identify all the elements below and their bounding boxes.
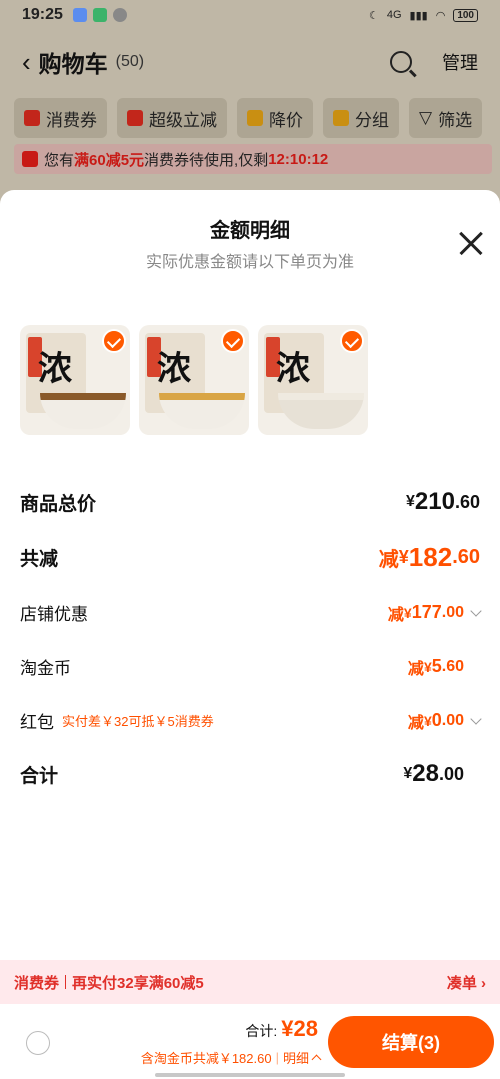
- sheet-title: 金额明细: [210, 220, 290, 242]
- row-label: 红包: [20, 713, 54, 732]
- row-label: 淘金币: [20, 659, 71, 678]
- back-icon[interactable]: ‹: [22, 49, 31, 75]
- filter-price-drop[interactable]: 降价: [237, 98, 313, 138]
- discount-text: 含淘金币共减￥182.60: [140, 1051, 272, 1066]
- amount-detail-sheet: 金额明细 实际优惠金额请以下单页为准 浓 浓 浓 商品总价 ¥210.60 共减…: [0, 190, 500, 1079]
- discount-summary[interactable]: 含淘金币共减￥182.60 | 明细: [140, 1048, 322, 1067]
- filter-label: 消费券: [46, 110, 97, 130]
- red-packet-note: 实付差￥32可抵￥5消费券: [62, 714, 214, 729]
- down-arrow-icon: [127, 110, 143, 126]
- filter-super-discount[interactable]: 超级立减: [117, 98, 227, 138]
- divider: [65, 975, 67, 989]
- row-red-packet[interactable]: 红包 实付差￥32可抵￥5消费券 减 ¥0.00: [20, 708, 482, 733]
- checked-icon[interactable]: [102, 329, 126, 353]
- promo-highlight: 满60减5元: [74, 151, 145, 169]
- row-value: 减 ¥182.60: [378, 542, 480, 572]
- select-all-radio[interactable]: [26, 1031, 50, 1055]
- total-value: ¥28: [281, 1016, 318, 1041]
- chevron-down-icon: [470, 604, 482, 617]
- total-line: 合计: ¥28: [245, 1016, 318, 1042]
- battery-icon: 100: [453, 8, 478, 22]
- price-down-icon: [247, 110, 263, 126]
- checkout-footer: 合计: ¥28 含淘金币共减￥182.60 | 明细 结算(3): [0, 1004, 500, 1079]
- chevron-up-icon: [311, 1054, 322, 1065]
- row-label: 店铺优惠: [20, 605, 88, 624]
- wifi-icon: ◠: [435, 9, 446, 22]
- filter-label: 分组: [355, 110, 389, 130]
- folder-icon: [333, 110, 349, 126]
- row-value: ¥28.00: [403, 760, 464, 787]
- row-sum: 合计 ¥28.00: [20, 760, 480, 788]
- coupon-reminder-banner[interactable]: 您有 满60减5元 消费券待使用,仅剩 12:10:12: [14, 144, 492, 174]
- row-label: 合计: [20, 765, 59, 787]
- filter-label: 筛选: [438, 110, 473, 130]
- row-value: 减 ¥5.60: [407, 656, 464, 678]
- close-icon[interactable]: [458, 230, 484, 256]
- checkout-button[interactable]: 结算(3): [328, 1016, 494, 1068]
- product-thumbnails: 浓 浓 浓: [20, 325, 368, 435]
- row-value: 减 ¥0.00: [408, 709, 482, 733]
- promo-prefix: 您有: [44, 151, 75, 169]
- cart-title: 购物车: [38, 51, 108, 77]
- total-label: 合计:: [245, 1023, 278, 1039]
- product-thumbnail[interactable]: 浓: [258, 325, 368, 435]
- search-icon[interactable]: [390, 51, 412, 73]
- detail-link[interactable]: 明细: [283, 1048, 309, 1067]
- coupon-bar-label: 消费券: [14, 974, 60, 992]
- filter-group[interactable]: 分组: [323, 98, 399, 138]
- divider: |: [275, 1050, 279, 1065]
- cart-page-background: 19:25 ☾ 4G ▮▮▮ ◠ 100 ‹ 购物车 (50) 管理 消费券 超…: [0, 0, 500, 220]
- network-label: 4G: [386, 9, 402, 21]
- row-tao-coin: 淘金币 减 ¥5.60: [20, 654, 480, 679]
- cart-nav-bar: ‹ 购物车 (50) 管理: [0, 38, 500, 86]
- checked-icon[interactable]: [221, 329, 245, 353]
- coupon-bar-message: 再实付32享满60减5: [72, 974, 204, 992]
- noodle-bowl-image: [278, 393, 364, 429]
- row-total-discount: 共减 减 ¥182.60: [20, 542, 480, 573]
- filter-label: 超级立减: [149, 110, 217, 130]
- signal-icon: ▮▮▮: [409, 9, 428, 22]
- promo-middle: 消费券待使用,仅剩: [144, 151, 269, 169]
- status-right: ☾ 4G ▮▮▮ ◠ 100: [368, 8, 478, 22]
- promo-countdown: 12:10:12: [268, 150, 329, 168]
- row-value: ¥210.60: [406, 488, 480, 515]
- add-items-link[interactable]: 凑单 ›: [447, 972, 486, 993]
- row-value: 减 ¥177.00: [388, 601, 482, 625]
- coupon-icon: [22, 151, 38, 167]
- filter-coupon[interactable]: 消费券: [14, 98, 107, 138]
- app-notification-icon: [72, 8, 87, 22]
- product-thumbnail[interactable]: 浓: [20, 325, 130, 435]
- filter-bar: 消费券 超级立减 降价 分组 ▽ 筛选: [14, 98, 494, 138]
- settings-notification-icon: [112, 8, 127, 22]
- chevron-down-icon: [470, 712, 482, 725]
- row-label: 商品总价: [20, 493, 97, 515]
- filter-label: 降价: [269, 110, 303, 130]
- row-store-discount[interactable]: 店铺优惠 减 ¥177.00: [20, 600, 482, 625]
- row-goods-total: 商品总价 ¥210.60: [20, 488, 480, 516]
- funnel-icon: ▽: [419, 108, 433, 127]
- status-bar: 19:25 ☾ 4G ▮▮▮ ◠ 100: [0, 0, 500, 30]
- moon-icon: ☾: [368, 9, 379, 22]
- cart-count: (50): [115, 53, 145, 70]
- play-store-icon: [92, 8, 107, 22]
- filter-filter[interactable]: ▽ 筛选: [409, 98, 483, 138]
- manage-button[interactable]: 管理: [442, 49, 478, 75]
- row-label: 共减: [20, 549, 59, 570]
- checked-icon[interactable]: [340, 329, 364, 353]
- noodle-bowl-image: [159, 393, 245, 429]
- home-indicator: [155, 1073, 345, 1077]
- coupon-bar[interactable]: 消费券 再实付32享满60减5 凑单 ›: [0, 960, 500, 1004]
- noodle-bowl-image: [40, 393, 126, 429]
- coupon-icon: [24, 110, 40, 126]
- product-thumbnail[interactable]: 浓: [139, 325, 249, 435]
- status-time: 19:25: [22, 6, 63, 23]
- sheet-subtitle: 实际优惠金额请以下单页为准: [145, 254, 354, 271]
